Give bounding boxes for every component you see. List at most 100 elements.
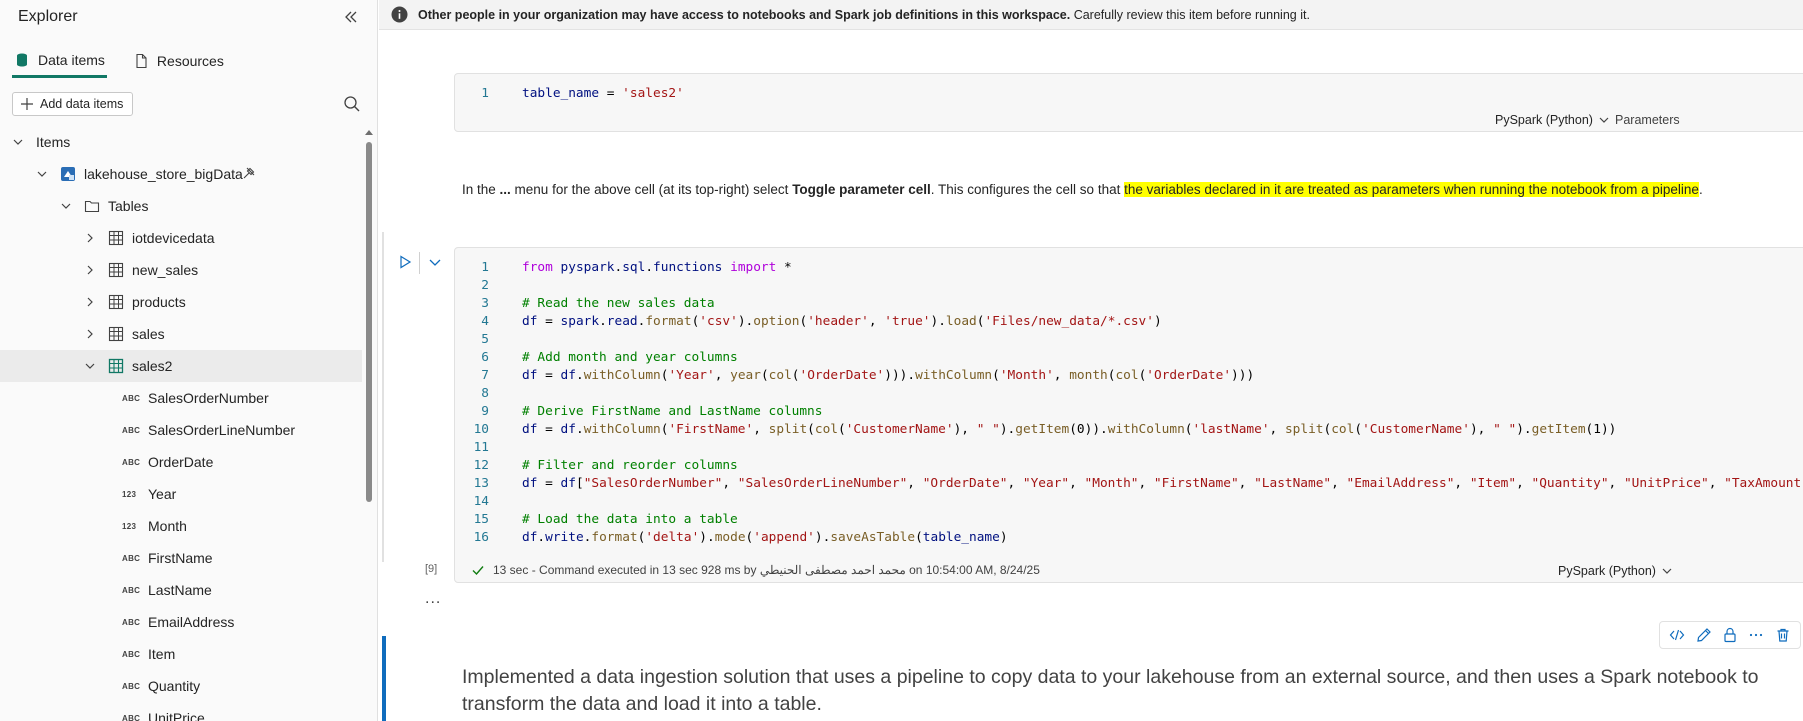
focused-cell-indicator [382, 636, 386, 721]
more-actions-button[interactable] [1746, 625, 1766, 645]
md-bold: Toggle parameter cell [792, 182, 931, 197]
lock-button[interactable] [1720, 625, 1740, 645]
tree-node-table[interactable]: new_sales [0, 254, 362, 286]
column-name: LastName [148, 582, 212, 598]
cell-language-label: PySpark (Python) [1495, 113, 1593, 127]
column-item[interactable]: ABC Item [0, 638, 362, 670]
double-chevron-left-icon [345, 11, 357, 23]
parameter-cell[interactable]: 1 table_name = 'sales2' PySpark (Python)… [454, 73, 1803, 132]
tree-node-table[interactable]: iotdevicedata [0, 222, 362, 254]
search-button[interactable] [343, 95, 361, 113]
plus-icon [21, 98, 33, 110]
run-cell-button[interactable] [397, 254, 413, 270]
table-icon [108, 230, 124, 246]
line-number: 1 [481, 260, 489, 275]
column-item[interactable]: 123 Year [0, 478, 362, 510]
column-item[interactable]: ABC EmailAddress [0, 606, 362, 638]
line-number: 3 [481, 296, 489, 311]
tab-label: Resources [156, 53, 224, 69]
edit-button[interactable] [1694, 625, 1714, 645]
tree-node-table-selected[interactable]: sales2 [0, 350, 362, 382]
chevron-down-icon [37, 171, 47, 177]
table-label: new_sales [132, 262, 199, 278]
cell-language-select[interactable]: PySpark (Python) [1558, 564, 1673, 578]
md-bold: ... [499, 182, 511, 197]
line-number: 13 [473, 476, 489, 491]
table-label: sales [132, 326, 165, 342]
line-number: 11 [473, 440, 489, 455]
explorer-scrollbar-thumb[interactable] [366, 142, 372, 502]
pin-icon[interactable] [242, 166, 256, 180]
column-item[interactable]: ABC UnitPrice [0, 702, 362, 721]
delta-table-icon [108, 358, 124, 374]
cell-language-select[interactable]: PySpark (Python) [1495, 113, 1610, 127]
explorer-pane: Explorer Data items Resources Add data i… [0, 0, 378, 721]
code-line: from pyspark.sql.functions import * [522, 260, 792, 275]
column-type: ABC [122, 649, 141, 659]
column-item[interactable]: 123 Month [0, 510, 362, 542]
markdown-summary: Implemented a data ingestion solution th… [462, 666, 1759, 715]
code-line: # Filter and reorder columns [522, 458, 738, 473]
lakehouse-label: lakehouse_store_bigData [84, 166, 243, 182]
code-line: df = df["SalesOrderNumber", "SalesOrderL… [522, 476, 1803, 491]
checkmark-icon [472, 566, 484, 576]
md-highlight: the variables declared in it are treated… [1124, 182, 1699, 197]
column-name: FirstName [148, 550, 213, 566]
delete-button[interactable] [1773, 625, 1793, 645]
code-icon [1669, 629, 1685, 641]
tree-node-table[interactable]: products [0, 286, 362, 318]
column-name: Quantity [148, 678, 201, 694]
column-name: Year [148, 486, 177, 502]
more-options-button[interactable]: ... [425, 590, 441, 608]
column-type: ABC [122, 553, 141, 563]
chevron-down-icon [1662, 568, 1672, 574]
column-item[interactable]: ABC LastName [0, 574, 362, 606]
tab-label: Data items [38, 51, 105, 68]
line-number: 9 [481, 404, 489, 419]
table-label: iotdevicedata [132, 230, 215, 246]
chevron-down-icon [1599, 117, 1609, 123]
column-type: ABC [122, 617, 141, 627]
code-cell[interactable]: 1 from pyspark.sql.functions import * 2 … [454, 247, 1803, 583]
scroll-up-arrow-icon[interactable] [364, 128, 374, 136]
line-number: 16 [473, 530, 489, 545]
gutter-divider [419, 252, 420, 274]
tree-node-lakehouse[interactable]: lakehouse_store_bigData [0, 158, 362, 190]
tab-data-items[interactable]: Data items [12, 44, 107, 78]
play-icon [400, 255, 412, 269]
security-banner: Other people in your organization may ha… [379, 0, 1803, 30]
column-item[interactable]: ABC OrderDate [0, 446, 362, 478]
explorer-title: Explorer [18, 8, 78, 25]
md-text: In the [462, 182, 500, 197]
column-name: Month [148, 518, 187, 534]
chevron-right-icon [87, 233, 93, 243]
view-code-button[interactable] [1667, 625, 1687, 645]
line-number: 14 [473, 494, 489, 509]
column-item[interactable]: ABC SalesOrderNumber [0, 382, 362, 414]
column-name: SalesOrderLineNumber [148, 422, 296, 438]
line-number: 12 [473, 458, 489, 473]
tab-resources[interactable]: Resources [131, 44, 226, 78]
column-item[interactable]: ABC SalesOrderLineNumber [0, 414, 362, 446]
cell-options-dropdown[interactable] [428, 257, 442, 269]
column-item[interactable]: ABC Quantity [0, 670, 362, 702]
markdown-instruction: In the ... menu for the above cell (at i… [462, 182, 1703, 197]
delete-icon [1777, 628, 1789, 642]
status-message: - Command executed in 13 sec 928 ms by م… [528, 563, 1040, 577]
execution-count: [9] [425, 563, 438, 575]
more-icon [1750, 633, 1763, 637]
parameters-tag: Parameters [1615, 113, 1680, 127]
table-icon [108, 294, 124, 310]
code-line: df = df.withColumn('FirstName', split(co… [522, 422, 1617, 437]
tree-node-items[interactable]: Items [0, 126, 362, 158]
tree-node-tables[interactable]: Tables [0, 190, 362, 222]
banner-bold-text: Other people in your organization may ha… [418, 8, 1071, 22]
lock-icon [1724, 627, 1736, 643]
collapse-pane-button[interactable] [340, 6, 362, 28]
column-name: OrderDate [148, 454, 214, 470]
table-label: sales2 [132, 358, 173, 374]
add-data-items-button[interactable]: Add data items [12, 92, 134, 116]
tree-node-table[interactable]: sales [0, 318, 362, 350]
line-number: 6 [481, 350, 489, 365]
column-item[interactable]: ABC FirstName [0, 542, 362, 574]
